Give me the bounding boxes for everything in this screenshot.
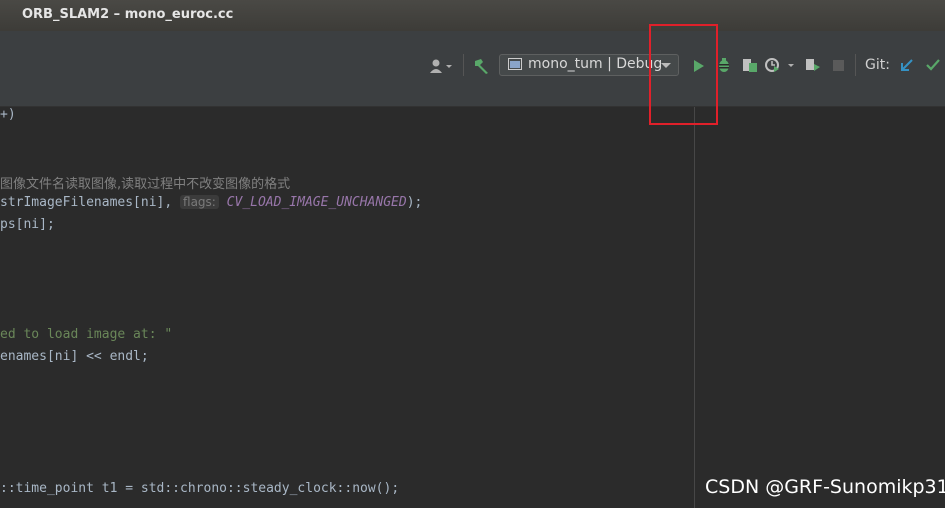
toolbar-separator <box>855 54 856 76</box>
toolbar-separator <box>463 54 464 76</box>
code-line: enames[ni] << endl; <box>0 349 149 364</box>
parameter-hint: flags: <box>180 195 219 209</box>
run-icon[interactable] <box>692 58 706 77</box>
code-text: ); <box>406 195 423 210</box>
code-line: strImageFilenames[ni], flags: CV_LOAD_IM… <box>0 195 422 210</box>
run-configuration-selector[interactable]: mono_tum | Debug <box>499 54 679 76</box>
code-line: ps[ni]; <box>0 217 55 232</box>
stop-icon[interactable] <box>832 58 846 77</box>
code-editor[interactable]: +) 图像文件名读取图像,读取过程中不改变图像的格式 strImageFilen… <box>0 107 694 508</box>
run-config-icon <box>508 58 522 75</box>
run-config-label: mono_tum | Debug <box>528 56 663 72</box>
code-line: +) <box>0 107 16 122</box>
window-title-bar: ORB_SLAM2 – mono_euroc.cc <box>0 0 945 31</box>
vcs-commit-icon[interactable] <box>925 57 941 77</box>
watermark: CSDN @GRF-Sunomikp31 <box>705 476 945 498</box>
window-title: ORB_SLAM2 – mono_euroc.cc <box>22 7 234 22</box>
attach-icon[interactable] <box>805 57 823 77</box>
code-string: ed to load image at: " <box>0 327 173 342</box>
user-icon[interactable] <box>429 58 453 78</box>
code-constant: CV_LOAD_IMAGE_UNCHANGED <box>226 195 407 210</box>
vcs-update-icon[interactable] <box>899 57 915 77</box>
chevron-down-icon <box>661 63 671 68</box>
coverage-icon[interactable] <box>741 57 759 77</box>
git-label: Git: <box>865 57 890 73</box>
code-line: ::time_point t1 = std::chrono::steady_cl… <box>0 481 400 496</box>
debug-icon[interactable] <box>716 57 732 77</box>
code-comment: 图像文件名读取图像,读取过程中不改变图像的格式 <box>0 177 291 192</box>
profile-icon[interactable] <box>765 57 797 77</box>
code-text: strImageFilenames[ni], <box>0 195 181 210</box>
editor-right-area <box>695 107 945 508</box>
build-hammer-icon[interactable] <box>472 57 490 79</box>
